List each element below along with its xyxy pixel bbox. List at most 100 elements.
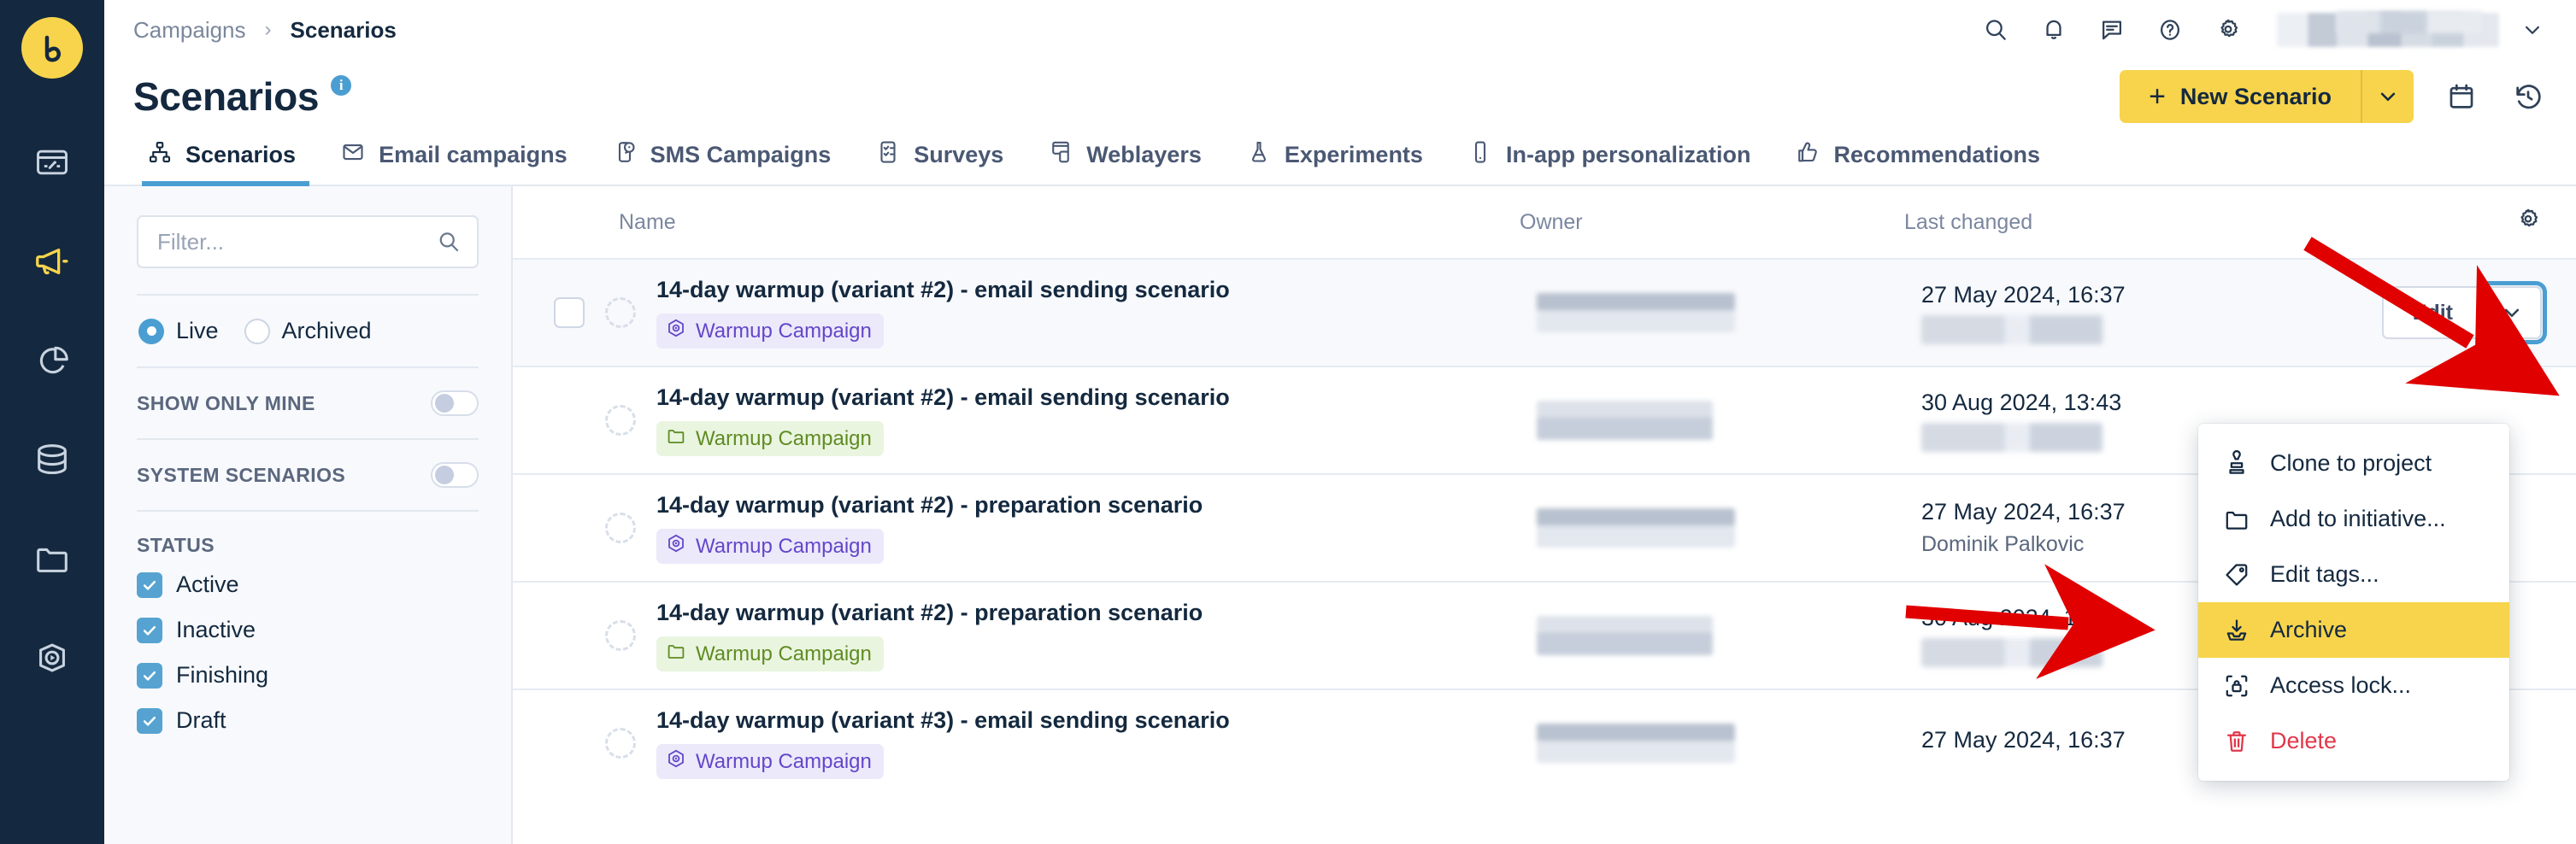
sitemap-icon (147, 139, 173, 171)
campaign-tag[interactable]: Warmup Campaign (656, 744, 884, 779)
toggle-system-scenarios[interactable]: SYSTEM SCENARIOS (137, 440, 479, 510)
global-nav-rail (0, 0, 104, 844)
rail-item-dashboard[interactable] (21, 132, 83, 193)
radio-selected-icon (138, 318, 164, 344)
gear-icon[interactable] (2214, 15, 2243, 44)
new-scenario-label: New Scenario (2179, 83, 2332, 109)
campaign-tag[interactable]: Warmup Campaign (656, 314, 884, 349)
tab-email-campaigns[interactable]: Email campaigns (318, 139, 590, 185)
tab-surveys[interactable]: Surveys (853, 139, 1026, 185)
new-scenario-button[interactable]: + New Scenario (2120, 70, 2361, 123)
breadcrumb-parent[interactable]: Campaigns (133, 17, 246, 44)
tab-label: In-app personalization (1505, 142, 1751, 167)
status-checkbox-draft[interactable]: Draft (137, 698, 479, 743)
menu-item-label: Edit tags... (2270, 561, 2379, 587)
search-icon[interactable] (436, 229, 462, 259)
rail-item-assets[interactable] (21, 528, 83, 589)
table-row[interactable]: 14-day warmup (variant #2) - email sendi… (513, 258, 2576, 366)
comment-icon[interactable] (2097, 15, 2126, 44)
campaign-tag[interactable]: Warmup Campaign (656, 421, 884, 456)
row-checkbox[interactable] (554, 405, 585, 436)
scenario-name[interactable]: 14-day warmup (variant #2) - email sendi… (656, 384, 1537, 411)
menu-item-archive[interactable]: Archive (2198, 602, 2509, 658)
radio-live[interactable]: Live (138, 318, 219, 344)
row-actions: Edit (2366, 281, 2547, 344)
stamp-icon (2222, 449, 2251, 478)
toggle-switch[interactable] (431, 462, 479, 488)
target-icon (666, 533, 686, 560)
row-actions-caret-button[interactable] (2477, 281, 2547, 344)
tab-experiments[interactable]: Experiments (1224, 139, 1445, 185)
campaign-tag[interactable]: Warmup Campaign (656, 636, 884, 671)
owner-redacted (1537, 508, 1735, 548)
tab-label: Surveys (914, 142, 1004, 167)
tab-in-app-personalization[interactable]: In-app personalization (1445, 139, 1773, 185)
menu-item-edit-tags[interactable]: Edit tags... (2198, 547, 2509, 602)
column-header-last-changed[interactable]: Last changed (1904, 210, 2349, 235)
toggle-switch[interactable] (431, 390, 479, 416)
row-checkbox[interactable] (554, 620, 585, 651)
tag-label: Warmup Campaign (696, 426, 872, 450)
scenario-name[interactable]: 14-day warmup (variant #3) - email sendi… (656, 707, 1537, 734)
edit-button[interactable]: Edit (2381, 286, 2482, 339)
chevron-down-icon[interactable] (2518, 15, 2547, 44)
history-icon[interactable] (2509, 78, 2547, 115)
bell-icon[interactable] (2039, 15, 2068, 44)
gear-icon[interactable] (2514, 206, 2542, 239)
radio-label: Archived (281, 318, 372, 343)
menu-item-clone-to-project[interactable]: Clone to project (2198, 436, 2509, 491)
folder-icon (666, 425, 686, 452)
tab-sms-campaigns[interactable]: SMS Campaigns (590, 139, 854, 185)
menu-item-delete[interactable]: Delete (2198, 713, 2509, 769)
row-owner-cell (1537, 616, 1921, 655)
new-scenario-caret-button[interactable] (2361, 70, 2414, 123)
help-icon[interactable] (2155, 15, 2185, 44)
column-header-name[interactable]: Name (554, 210, 1520, 235)
row-checkbox[interactable] (554, 513, 585, 543)
row-name-cell: 14-day warmup (variant #2) - email sendi… (656, 384, 1537, 456)
scenario-name[interactable]: 14-day warmup (variant #2) - preparation… (656, 492, 1537, 519)
search-icon[interactable] (1981, 15, 2010, 44)
toggle-show-only-mine[interactable]: SHOW ONLY MINE (137, 368, 479, 438)
filter-search-input[interactable] (137, 215, 479, 268)
scenario-name[interactable]: 14-day warmup (variant #2) - preparation… (656, 600, 1537, 626)
rail-item-automation[interactable] (21, 627, 83, 689)
scope-radio-group: Live Archived (137, 296, 479, 366)
rail-item-campaigns[interactable] (21, 231, 83, 292)
status-checkbox-inactive[interactable]: Inactive (137, 607, 479, 653)
checkbox-checked-icon (137, 707, 162, 734)
row-name-cell: 14-day warmup (variant #3) - email sendi… (656, 707, 1537, 779)
status-checkbox-active[interactable]: Active (137, 562, 479, 607)
tab-weblayers[interactable]: Weblayers (1026, 139, 1224, 185)
user-name-redacted (2277, 11, 2499, 47)
owner-redacted (1537, 616, 1713, 655)
scenario-name[interactable]: 14-day warmup (variant #2) - email sendi… (656, 277, 1537, 303)
rail-item-data[interactable] (21, 429, 83, 490)
radio-archived[interactable]: Archived (244, 318, 372, 344)
user-menu[interactable] (2277, 11, 2547, 47)
menu-item-label: Archive (2270, 617, 2348, 642)
menu-item-access-lock[interactable]: Access lock... (2198, 658, 2509, 713)
flask-icon (1246, 139, 1272, 171)
brand-logo[interactable] (21, 17, 83, 79)
loading-spinner-icon (605, 513, 636, 543)
last-changed-date: 27 May 2024, 16:37 (1921, 281, 2126, 308)
info-icon[interactable]: i (331, 75, 352, 96)
tab-scenarios[interactable]: Scenarios (133, 139, 318, 186)
column-header-owner[interactable]: Owner (1520, 210, 1904, 235)
tab-label: Weblayers (1086, 142, 1202, 167)
owner-redacted (1537, 293, 1735, 332)
rail-item-analytics[interactable] (21, 330, 83, 391)
campaign-tag[interactable]: Warmup Campaign (656, 529, 884, 564)
status-checkbox-finishing[interactable]: Finishing (137, 653, 479, 698)
row-checkbox[interactable] (554, 728, 585, 759)
tab-label: Email campaigns (379, 142, 568, 167)
new-scenario-button-group[interactable]: + New Scenario (2120, 70, 2414, 123)
tag-label: Warmup Campaign (696, 749, 872, 773)
calendar-icon[interactable] (2443, 78, 2480, 115)
tab-recommendations[interactable]: Recommendations (1773, 139, 2062, 185)
edit-button-group[interactable]: Edit (2381, 281, 2547, 344)
loading-spinner-icon (605, 728, 636, 759)
row-checkbox[interactable] (554, 297, 585, 328)
menu-item-add-to-initiative[interactable]: Add to initiative... (2198, 491, 2509, 547)
